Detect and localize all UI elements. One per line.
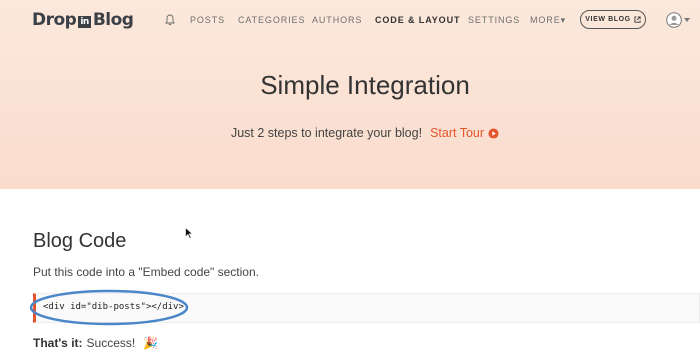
success-label: That's it: <box>33 336 83 350</box>
play-icon <box>488 127 499 139</box>
instruction-text: Put this code into a "Embed code" sectio… <box>33 265 259 279</box>
hero-subtitle-row: Just 2 steps to integrate your blog! Sta… <box>0 126 700 140</box>
start-tour-label: Start Tour <box>430 126 485 140</box>
nav-item-more[interactable]: MORE▾ <box>530 15 566 26</box>
success-text: Success! <box>86 336 136 350</box>
party-popper-icon: 🎉 <box>143 336 159 350</box>
nav-item-settings[interactable]: SETTINGS <box>468 15 520 25</box>
page-title: Simple Integration <box>260 70 470 100</box>
hero-subtitle: Just 2 steps to integrate your blog! <box>230 126 423 140</box>
user-avatar-icon[interactable] <box>666 12 682 28</box>
section-title: Blog Code <box>33 230 127 252</box>
nav-item-posts[interactable]: POSTS <box>190 15 225 25</box>
bell-icon[interactable] <box>165 14 175 26</box>
mouse-cursor-icon <box>185 227 193 239</box>
nav-item-authors[interactable]: AUTHORS <box>312 15 362 25</box>
success-message: That's it: Success! 🎉 <box>33 336 158 350</box>
nav-item-code-layout[interactable]: CODE & LAYOUT <box>375 15 460 25</box>
chevron-down-icon[interactable] <box>684 18 690 22</box>
highlight-ellipse <box>29 289 189 326</box>
external-link-icon <box>634 16 641 23</box>
hero-banner: Drop in Blog POSTS CATEGORIES AUTHORS CODE… <box>0 0 700 189</box>
view-blog-label: VIEW BLOG <box>585 16 631 23</box>
start-tour-link[interactable]: Start Tour <box>430 126 499 140</box>
nav-item-categories[interactable]: CATEGORIES <box>238 15 305 25</box>
view-blog-button[interactable]: VIEW BLOG <box>580 10 646 29</box>
